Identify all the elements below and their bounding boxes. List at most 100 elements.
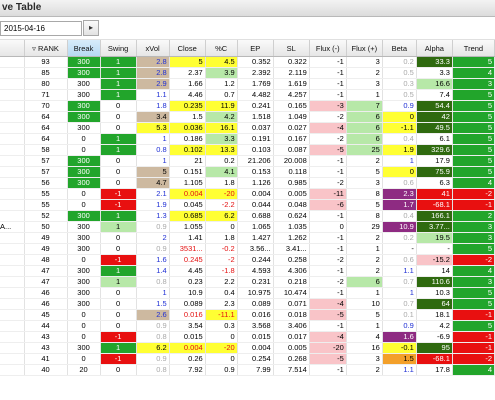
table-cell: 43 [24,342,68,354]
table-row[interactable]: 52 300 1 1.3 0.685 6.2 0.688 0.624 -1 8 0.4 166.1 2 [0,210,495,222]
table-cell: -1 [452,309,495,321]
table-row[interactable]: 44 0 0 0.9 3.54 0.3 3.568 3.406 -1 1 0.9 4.2 5 [0,320,495,332]
table-cell: 5 [346,309,383,321]
table-cell: 47 [24,265,68,277]
table-row[interactable]: 80 300 1 2.9 1.66 1.2 1.769 1.619 -1 3 0.3 16.6 3 [0,78,495,90]
table-cell: 5 [452,155,495,167]
table-cell: 0.7 [382,276,417,288]
table-cell: 0.231 [237,276,274,288]
table-cell: 3 [346,177,383,189]
table-cell: -2 [452,353,495,365]
table-cell: 1 [100,276,137,288]
table-cell: 2.3 [205,298,238,310]
column-header-xvol[interactable]: xVol [136,40,170,57]
table-cell: 5 [346,166,383,178]
table-cell: 3 [452,232,495,244]
table-row[interactable]: 58 0 1 0.8 0.102 13.3 0.103 0.087 -5 25 1.9 329.6 5 [0,144,495,156]
column-header-row[interactable] [0,40,25,57]
table-row[interactable]: 41 0 -1 0.9 0.26 0 0.254 0.268 -5 3 1.5 -68.1 -2 [0,353,495,365]
table-row[interactable]: 57 300 0 5 0.151 4.1 0.153 0.118 -1 5 0 75.9 5 [0,166,495,178]
table-row[interactable]: 47 300 1 0.8 0.23 2.2 0.231 0.218 -2 6 0.7 110.6 3 [0,276,495,288]
column-header-trend[interactable]: Trend [452,40,495,57]
table-cell: 75.9 [416,166,453,178]
table-cell: 0 [100,232,137,244]
column-header-rank[interactable]: ▿ RANK [24,40,68,57]
table-cell: 54.4 [416,100,453,112]
table-row[interactable]: 56 300 0 4.7 1.105 1.8 1.126 0.985 -2 3 0.6 6.3 4 [0,177,495,189]
table-cell: 0.624 [273,210,310,222]
table-row[interactable]: 43 0 -1 0.8 0.015 0 0.015 0.017 -4 4 1.6 -6.9 -1 [0,331,495,343]
table-cell: -0.2 [205,243,238,255]
table-cell: 1 [100,89,137,101]
column-header-ep[interactable]: EP [237,40,274,57]
table-row[interactable]: 71 300 1 1.1 4.46 0.7 4.482 4.257 -1 1 0.5 7.4 5 [0,89,495,101]
table-row[interactable]: 85 300 1 2.8 2.37 3.9 2.392 2.119 -1 2 0.5 3.3 4 [0,67,495,79]
table-cell: -1 [452,331,495,343]
table-row[interactable]: 93 300 1 2.8 5 4.5 0.352 0.322 -1 3 0.2 33.3 5 [0,56,495,68]
column-header-beta[interactable]: Beta [382,40,417,57]
table-cell: 5.3 [136,122,170,134]
column-header--c[interactable]: %C [205,40,238,57]
table-cell [0,232,25,244]
column-label: RANK [38,43,59,53]
table-cell: 2 [136,232,170,244]
table-cell: -20 [205,342,238,354]
table-cell: -1 [309,56,347,68]
table-cell: 0.005 [273,188,310,200]
table-row[interactable]: 46 300 0 1 10.9 0.4 10.975 10.474 -1 1 1 10.3 5 [0,287,495,299]
table-row[interactable]: 57 300 0 1 21 0.2 21.206 20.008 -1 2 1 17.9 5 [0,155,495,167]
table-row[interactable]: 64 0 1 1 0.186 3.3 0.191 0.167 -2 6 0.4 6.1 5 [0,133,495,145]
column-header-break[interactable]: Break [67,40,101,57]
table-row[interactable]: 48 0 -1 1.6 0.245 -2 0.244 0.258 -2 2 0.6 -15.2 -2 [0,254,495,266]
table-row[interactable]: 70 300 0 1.8 0.235 11.9 0.241 0.165 -3 7 0.9 54.4 5 [0,100,495,112]
column-header-alpha[interactable]: Alpha [416,40,453,57]
column-header-flux[interactable]: Flux (-) [309,40,347,57]
table-cell: -5 [309,309,347,321]
table-row[interactable]: 64 300 0 3.4 1.5 4.2 1.518 1.049 -2 6 0 42 5 [0,111,495,123]
table-row[interactable]: 45 0 0 2.6 0.016 -11.1 0.016 0.018 -5 5 0.1 18.1 -1 [0,309,495,321]
table-row[interactable]: 49 300 0 2 1.41 1.8 1.427 1.262 -1 2 0.2 19.5 3 [0,232,495,244]
table-cell: 4.5 [205,56,238,68]
table-cell: 1.66 [169,78,206,90]
table-cell: 1.5 [136,298,170,310]
table-row[interactable]: 49 300 0 0.9 3531... -0.2 3.56... 3.41... -1 1- -5 [0,243,495,255]
column-header-flux[interactable]: Flux (+) [346,40,383,57]
table-cell: -11 [309,188,347,200]
table-cell: 57 [24,155,68,167]
table-cell: 1.6 [382,331,417,343]
table-cell: 1.055 [169,221,206,233]
table-cell: 1 [382,155,417,167]
table-cell: -2 [309,177,347,189]
table-row[interactable]: 43 300 1 6.2 0.004 -20 0.004 0.005 -20 16 -0.1 95 -1 [0,342,495,354]
table-cell: 2 [346,364,383,376]
table-cell: 0.352 [237,56,274,68]
table-cell: 17.9 [416,155,453,167]
date-field[interactable]: 2015-04-16 [0,21,82,36]
table-cell: 5 [452,89,495,101]
table-cell: 3 [452,221,495,233]
table-row[interactable]: 55 0 -1 1.9 0.045 -2.2 0.044 0.048 -6 5 1.7 -68.1 -1 [0,199,495,211]
table-cell: 1.262 [273,232,310,244]
table-row[interactable]: 55 0 -1 2.1 0.004 -20 0.004 0.005 -11 8 2.3 41 -2 [0,188,495,200]
table-row[interactable]: 40 20 0 0.8 7.92 0.9 7.99 7.514 -1 2 1.1 17.8 4 [0,364,495,376]
table-row[interactable]: 64 300 0 5.3 0.036 16.1 0.037 0.027 -4 6 -1.1 49.5 5 [0,122,495,134]
table-cell: -1 [309,320,347,332]
table-cell: 0 [100,320,137,332]
table-row[interactable]: A... 50 300 1 0.9 1.055 0 1.065 1.035 0 29 10.9 3.77… [0,221,495,233]
table-cell: 1.619 [273,78,310,90]
table-cell: - [416,243,453,255]
table-cell: -0.1 [382,342,417,354]
table-cell: 2 [452,210,495,222]
column-header-sl[interactable]: SL [273,40,310,57]
table-cell: 48 [24,254,68,266]
table-cell: 1.769 [237,78,274,90]
table-cell: 4 [452,265,495,277]
column-header-close[interactable]: Close [169,40,206,57]
table-cell [0,287,25,299]
next-date-button[interactable]: ▸ [83,20,99,36]
table-row[interactable]: 46 300 0 1.5 0.089 2.3 0.089 0.071 -4 10 0.7 64 5 [0,298,495,310]
table-cell: 0.7 [382,298,417,310]
table-cell: 0 [382,166,417,178]
table-row[interactable]: 47 300 1 1.4 4.45 -1.8 4.593 4.306 -1 2 1.1 14 4 [0,265,495,277]
column-header-swing[interactable]: Swing [100,40,137,57]
